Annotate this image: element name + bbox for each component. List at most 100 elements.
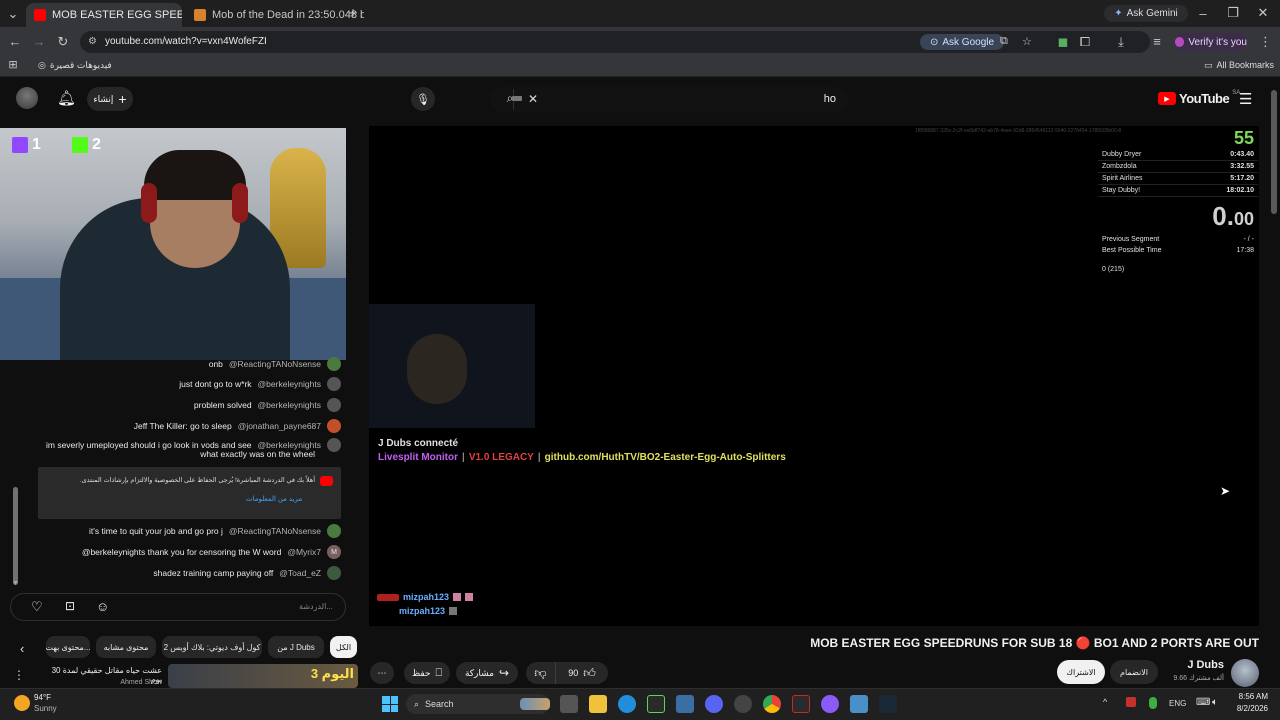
share-button[interactable]: مشاركة ↪ bbox=[456, 662, 518, 684]
steam-icon[interactable] bbox=[879, 695, 897, 713]
app-window-icon[interactable] bbox=[850, 695, 868, 713]
extensions-puzzle-icon[interactable]: ⧠ bbox=[1078, 35, 1092, 48]
reload-icon[interactable]: ↻ bbox=[56, 35, 70, 48]
avatar[interactable] bbox=[327, 524, 341, 538]
chat-input[interactable]: ♡ ⊡ ☺ الدردشة... bbox=[10, 593, 346, 621]
chip-all[interactable]: الكل bbox=[330, 636, 357, 658]
download-icon[interactable]: ⤓ bbox=[1114, 35, 1128, 48]
clock-time[interactable]: 8:56 AM bbox=[1230, 692, 1268, 701]
chip-from-channel[interactable]: من J Dubs bbox=[268, 636, 324, 658]
tray-chevron-icon[interactable]: ^ bbox=[1103, 697, 1107, 707]
cast-icon[interactable]: ⧉ bbox=[1000, 35, 1008, 48]
subscribe-button[interactable]: الاشتراك bbox=[1057, 660, 1105, 684]
minimize-button[interactable]: – bbox=[1196, 7, 1210, 20]
file-explorer-icon[interactable] bbox=[589, 695, 607, 713]
tab-speedrun[interactable]: Mob of the Dead in 23:50.048 b ✕ bbox=[186, 3, 364, 27]
ask-gemini-button[interactable]: ✦ Ask Gemini bbox=[1104, 5, 1188, 22]
tab-search-icon[interactable]: ⌄ bbox=[6, 7, 20, 20]
input-language[interactable]: ENG bbox=[1169, 699, 1186, 708]
rec-thumbnail[interactable]: اليوم 3 bbox=[168, 664, 358, 688]
app-purple-icon[interactable] bbox=[821, 695, 839, 713]
save-button[interactable]: حفظ ⎕ bbox=[404, 662, 450, 684]
back-icon[interactable]: ← bbox=[8, 35, 22, 48]
chip-more[interactable]: محتوى بهت... bbox=[46, 636, 90, 658]
edge-icon[interactable] bbox=[618, 695, 636, 713]
guide-menu-icon[interactable]: ☰ bbox=[1239, 90, 1252, 108]
youtube-logo[interactable]: ▶ YouTube SA bbox=[1158, 90, 1240, 106]
weather-temp[interactable]: 94°F bbox=[34, 693, 51, 702]
obs-icon[interactable] bbox=[734, 695, 752, 713]
create-button[interactable]: إنشاء + bbox=[87, 87, 133, 111]
weather-sun-icon[interactable] bbox=[14, 695, 30, 711]
super-chat-icon[interactable]: ⊡ bbox=[65, 599, 75, 613]
search-input[interactable]: ⌕ ✕ ho bbox=[490, 87, 848, 112]
new-tab-button[interactable]: + bbox=[346, 6, 360, 21]
chip-related[interactable]: محتوى مشابه bbox=[96, 636, 156, 658]
address-bar[interactable]: ⚙ youtube.com/watch?v=vxn4WofeFZI ⊙ Ask … bbox=[80, 31, 1150, 53]
taskbar-search[interactable]: ⌕ Search bbox=[406, 694, 550, 714]
voice-search-icon[interactable]: 🎙︎ bbox=[411, 87, 435, 111]
like-button[interactable]: 90 👍︎ bbox=[556, 662, 608, 684]
forward-icon[interactable]: → bbox=[32, 35, 46, 48]
chrome-icon[interactable] bbox=[763, 695, 781, 713]
volume-icon[interactable]: 🔈︎ bbox=[1212, 697, 1218, 708]
chat-author[interactable]: @ReactingTANoNsense bbox=[229, 359, 321, 369]
chip-game[interactable]: كول أوف ديوتي: بلاك أوبس 2 bbox=[162, 636, 262, 658]
avatar[interactable] bbox=[327, 377, 341, 391]
avatar[interactable] bbox=[327, 438, 341, 452]
avatar[interactable] bbox=[327, 419, 341, 433]
channel-avatar[interactable] bbox=[1231, 659, 1259, 687]
browser-menu-icon[interactable]: ⋮ bbox=[1259, 35, 1272, 48]
close-window-button[interactable]: ✕ bbox=[1256, 6, 1270, 19]
tab-youtube[interactable]: MOB EASTER EGG SPEEDRUN 🔊 ✕ bbox=[26, 3, 182, 27]
weather-desc[interactable]: Sunny bbox=[34, 704, 57, 713]
windows-start-icon[interactable] bbox=[382, 696, 398, 712]
channel-name[interactable]: J Dubs bbox=[1164, 659, 1224, 671]
tray-app-icon[interactable] bbox=[1126, 697, 1136, 707]
notifications-bell-icon[interactable]: 🔔︎ bbox=[57, 89, 76, 107]
url-text[interactable]: youtube.com/watch?v=vxn4WofeFZI bbox=[105, 36, 267, 47]
store-icon[interactable] bbox=[676, 695, 694, 713]
more-actions-button[interactable]: ⋯ bbox=[370, 662, 394, 684]
avatar[interactable] bbox=[327, 398, 341, 412]
verify-button[interactable]: Verify it's you bbox=[1175, 33, 1247, 51]
extension-icon[interactable]: ◼ bbox=[1056, 35, 1070, 48]
network-icon[interactable]: ⌨ bbox=[1196, 697, 1210, 708]
bookmark-shorts[interactable]: ◎ فيديوهات قصيرة bbox=[38, 60, 112, 71]
avatar[interactable] bbox=[327, 357, 341, 371]
chat-author[interactable]: @ReactingTANoNsense bbox=[229, 526, 321, 536]
keyboard-icon[interactable] bbox=[512, 96, 522, 101]
maximize-button[interactable]: ❐ bbox=[1226, 6, 1240, 19]
terminal-icon[interactable] bbox=[647, 695, 665, 713]
all-bookmarks[interactable]: ▭ All Bookmarks bbox=[1204, 60, 1274, 71]
heart-icon[interactable]: ♡ bbox=[31, 599, 43, 615]
scroll-down-icon[interactable]: ▼ bbox=[12, 580, 19, 587]
chat-scrollbar[interactable] bbox=[13, 487, 18, 585]
microphone-icon[interactable] bbox=[1149, 697, 1157, 709]
chat-author[interactable]: @berkeleynights bbox=[258, 379, 321, 389]
rec-menu-icon[interactable]: ⋮ bbox=[13, 668, 25, 682]
clear-search-icon[interactable]: ✕ bbox=[528, 92, 538, 106]
discord-icon[interactable] bbox=[705, 695, 723, 713]
avatar[interactable]: M bbox=[327, 545, 341, 559]
rec-channel[interactable]: Ahmed Show bbox=[96, 679, 162, 686]
avatar[interactable] bbox=[16, 87, 38, 109]
apps-grid-icon[interactable]: ⊞ bbox=[7, 60, 19, 71]
clock-date[interactable]: 8/2/2026 bbox=[1228, 704, 1268, 713]
join-button[interactable]: الانضمام bbox=[1110, 660, 1158, 684]
task-view-icon[interactable] bbox=[560, 695, 578, 713]
avatar[interactable] bbox=[327, 566, 341, 580]
chat-author[interactable]: @jonathan_payne687 bbox=[238, 421, 321, 431]
ask-google-button[interactable]: ⊙ Ask Google bbox=[920, 34, 1004, 50]
chat-author[interactable]: @Toad_eZ bbox=[279, 568, 321, 578]
page-scrollbar[interactable] bbox=[1271, 90, 1277, 214]
chat-author[interactable]: @berkeleynights bbox=[258, 400, 321, 410]
reading-list-icon[interactable]: ≡ bbox=[1150, 35, 1164, 48]
search-query[interactable]: ho bbox=[824, 93, 836, 105]
emoji-icon[interactable]: ☺ bbox=[96, 599, 109, 614]
dislike-button[interactable]: 👎︎ bbox=[526, 662, 556, 684]
chat-author[interactable]: @Myrix7 bbox=[287, 547, 321, 557]
chat-notice-link[interactable]: مزيد من المعلومات bbox=[246, 495, 302, 503]
bookmark-star-icon[interactable]: ☆ bbox=[1022, 35, 1032, 48]
site-info-icon[interactable]: ⚙ bbox=[88, 36, 97, 47]
